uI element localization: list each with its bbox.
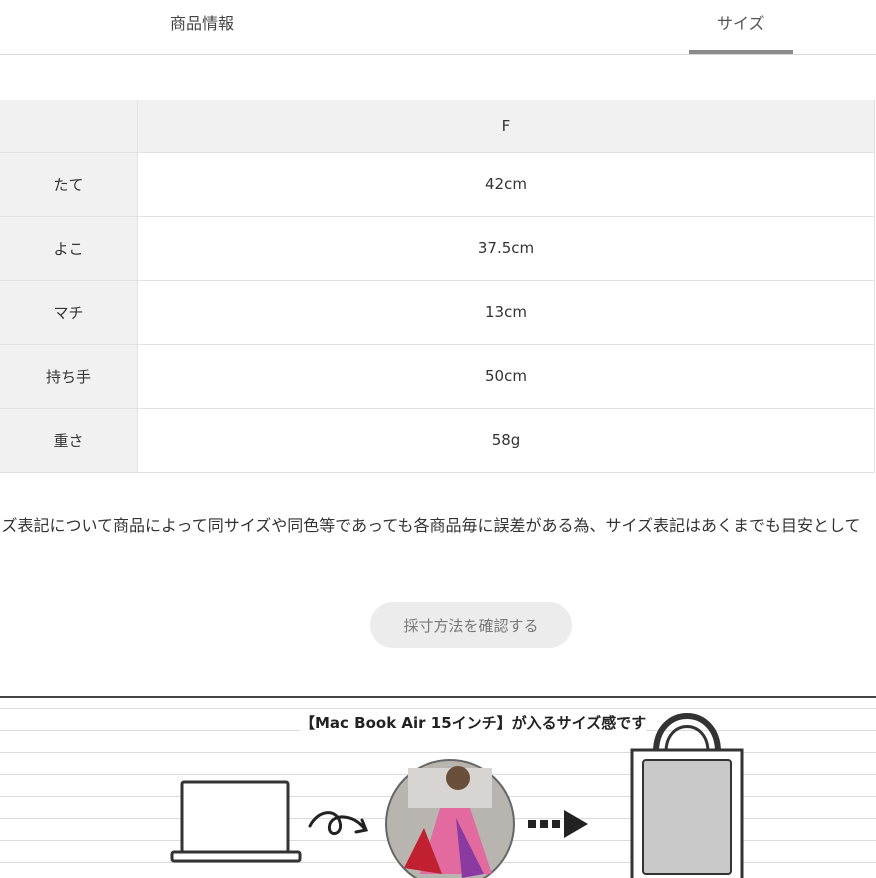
laptop-icon bbox=[170, 780, 302, 863]
banner-title: 【Mac Book Air 15インチ】が入るサイズ感です bbox=[300, 712, 647, 733]
tote-bag-icon bbox=[630, 713, 744, 878]
active-tab-indicator bbox=[689, 50, 793, 54]
table-row: マチ 13cm bbox=[0, 280, 875, 345]
size-note: イズ表記について商品によって同サイズや同色等であっても各商品毎に誤差がある為、サ… bbox=[0, 516, 861, 535]
row-label: たて bbox=[0, 152, 138, 217]
row-label: マチ bbox=[0, 280, 138, 345]
header-size-cell: F bbox=[137, 100, 875, 153]
curly-arrow-icon bbox=[308, 811, 369, 835]
row-label: よこ bbox=[0, 216, 138, 281]
dotted-arrow-icon bbox=[528, 810, 588, 838]
table-row: たて 42cm bbox=[0, 152, 875, 217]
measurement-method-button[interactable]: 採寸方法を確認する bbox=[370, 602, 572, 648]
header-empty-cell bbox=[0, 100, 138, 153]
row-label: 持ち手 bbox=[0, 344, 138, 409]
tab-bar: 商品情報 サイズ bbox=[0, 0, 876, 55]
table-header-row: F bbox=[0, 100, 875, 153]
table-row: 持ち手 50cm bbox=[0, 344, 875, 409]
row-label: 重さ bbox=[0, 408, 138, 473]
row-value: 13cm bbox=[137, 280, 875, 345]
product-photo bbox=[385, 759, 515, 878]
tab-product-info[interactable]: 商品情報 bbox=[170, 10, 234, 34]
row-value: 50cm bbox=[137, 344, 875, 409]
table-row: 重さ 58g bbox=[0, 408, 875, 473]
row-value: 37.5cm bbox=[137, 216, 875, 281]
row-value: 42cm bbox=[137, 152, 875, 217]
row-value: 58g bbox=[137, 408, 875, 473]
tab-size[interactable]: サイズ bbox=[717, 10, 765, 34]
size-banner: 【Mac Book Air 15インチ】が入るサイズ感です bbox=[0, 696, 876, 878]
size-table: F たて 42cm よこ 37.5cm マチ 13cm 持ち手 50cm 重さ … bbox=[0, 100, 875, 473]
table-row: よこ 37.5cm bbox=[0, 216, 875, 281]
